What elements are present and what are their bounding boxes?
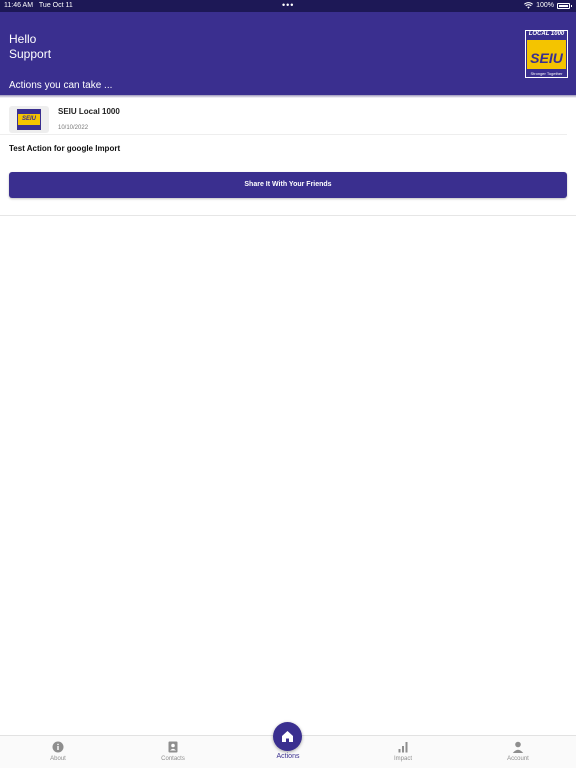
avatar-logo: SEIU (17, 109, 41, 130)
battery-icon (557, 2, 572, 9)
tab-label-account: Account (507, 756, 529, 762)
greeting-name: Support (9, 47, 52, 61)
tab-impact[interactable]: Impact (373, 736, 433, 769)
action-title: Test Action for google Import (9, 144, 121, 153)
multitasking-dots[interactable]: ••• (282, 0, 294, 10)
person-icon (512, 741, 524, 753)
action-date: 10/10/2022 (58, 125, 89, 131)
logo-tagline: Stronger Together (530, 71, 563, 76)
tab-label-contacts: Contacts (161, 756, 185, 762)
tab-account[interactable]: Account (488, 736, 548, 769)
logo-yellow-band: SEIU (527, 40, 566, 69)
tab-label-impact: Impact (393, 756, 412, 762)
tab-contacts[interactable]: Contacts (143, 736, 203, 769)
contacts-icon (168, 741, 178, 753)
logo-local-text: LOCAL 1000 (528, 31, 565, 37)
actions-home-button[interactable] (273, 722, 302, 751)
status-right: 100% (524, 2, 572, 9)
home-icon (282, 731, 293, 742)
battery-percent: 100% (536, 2, 554, 9)
seiu-logo: LOCAL 1000 SEIU Stronger Together (525, 30, 568, 78)
tab-label-actions: Actions (276, 753, 300, 760)
bar-chart-icon (398, 742, 408, 753)
app-header: Hello Support Actions you can take ... L… (0, 12, 576, 95)
tab-about[interactable]: About (28, 736, 88, 769)
info-icon (52, 741, 64, 753)
status-bar: 11:46 AM Tue Oct 11 ••• 100% (0, 0, 576, 12)
tab-label-about: About (50, 756, 66, 762)
logo-seiu-text: SEIU (530, 50, 563, 66)
greeting: Hello Support (9, 32, 51, 62)
avatar-logo-text: SEIU (18, 114, 40, 125)
greeting-hello: Hello (9, 32, 37, 46)
status-time: 11:46 AM Tue Oct 11 (4, 2, 73, 9)
card-divider (0, 134, 567, 135)
share-button[interactable]: Share It With Your Friends (9, 172, 567, 198)
section-subtitle: Actions you can take ... (9, 80, 113, 91)
action-card: SEIU SEIU Local 1000 10/10/2022 Test Act… (0, 98, 576, 216)
organization-name: SEIU Local 1000 (58, 107, 120, 116)
wifi-icon (524, 2, 534, 9)
organization-avatar: SEIU (9, 106, 49, 133)
